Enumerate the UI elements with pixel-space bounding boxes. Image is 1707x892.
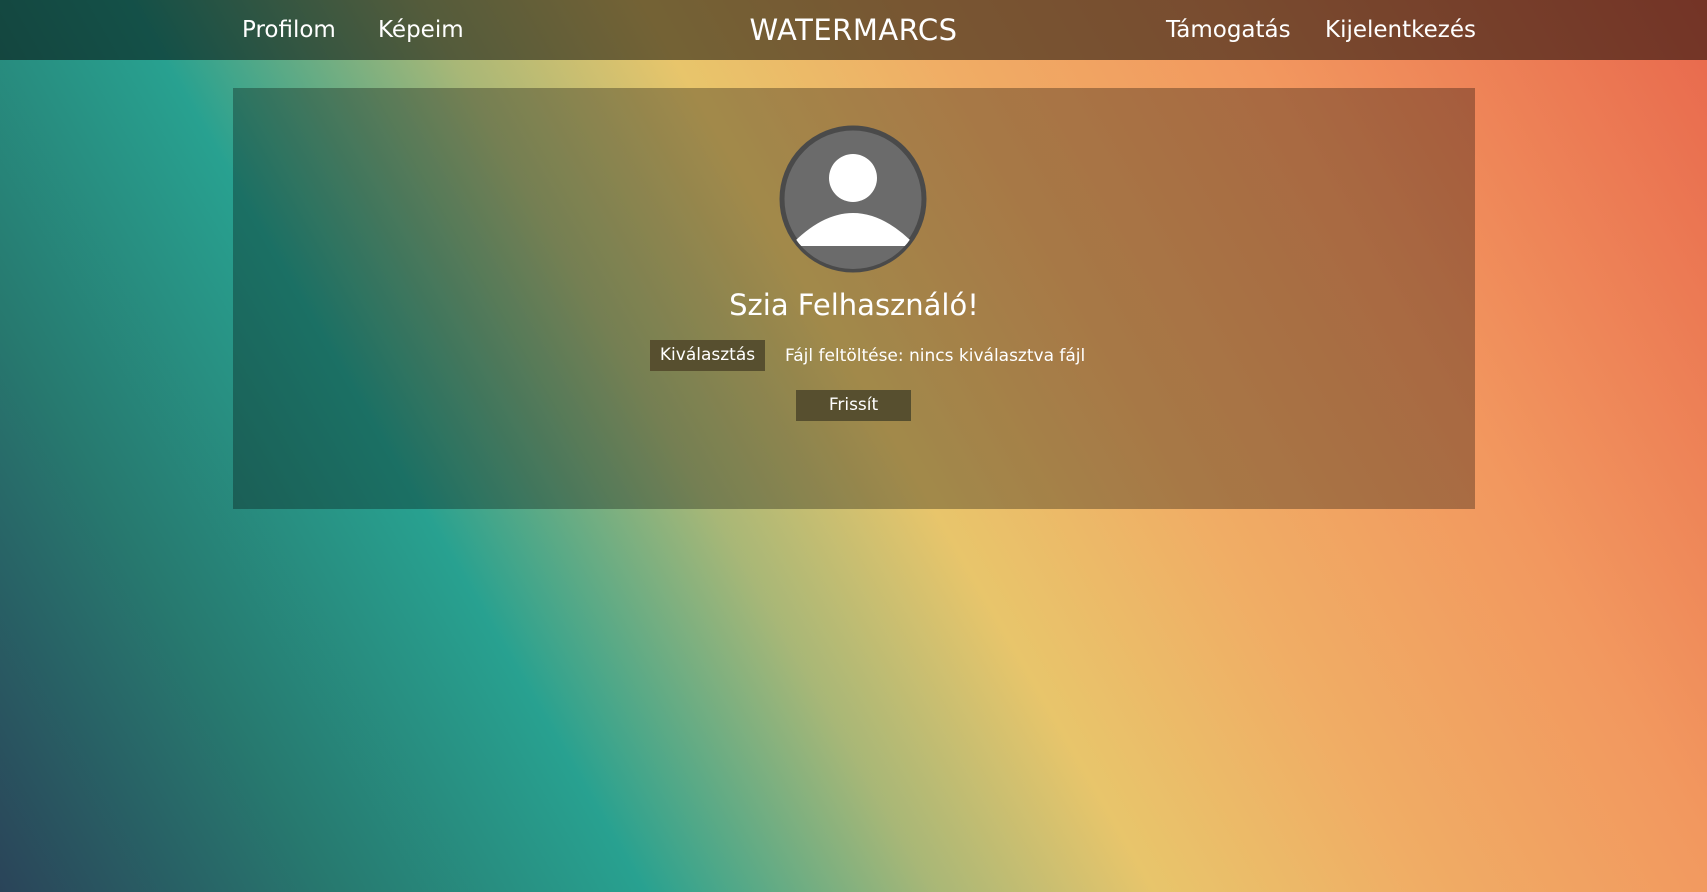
file-upload-row: Kiválasztás Fájl feltöltése: nincs kivál… [650,340,1085,371]
user-icon [779,125,927,273]
nav-link-my-images[interactable]: Képeim [378,0,464,60]
file-upload-status: Fájl feltöltése: nincs kiválasztva fájl [785,345,1086,366]
nav-link-logout[interactable]: Kijelentkezés [1325,0,1476,60]
refresh-button[interactable]: Frissít [796,390,911,421]
top-navbar: Profilom Képeim WATERMARCS Támogatás Kij… [0,0,1707,60]
choose-file-button[interactable]: Kiválasztás [650,340,765,371]
profile-panel: Szia Felhasználó! Kiválasztás Fájl feltö… [233,88,1475,509]
greeting-heading: Szia Felhasználó! [729,288,979,322]
nav-link-support[interactable]: Támogatás [1166,0,1291,60]
nav-link-profile[interactable]: Profilom [242,0,336,60]
